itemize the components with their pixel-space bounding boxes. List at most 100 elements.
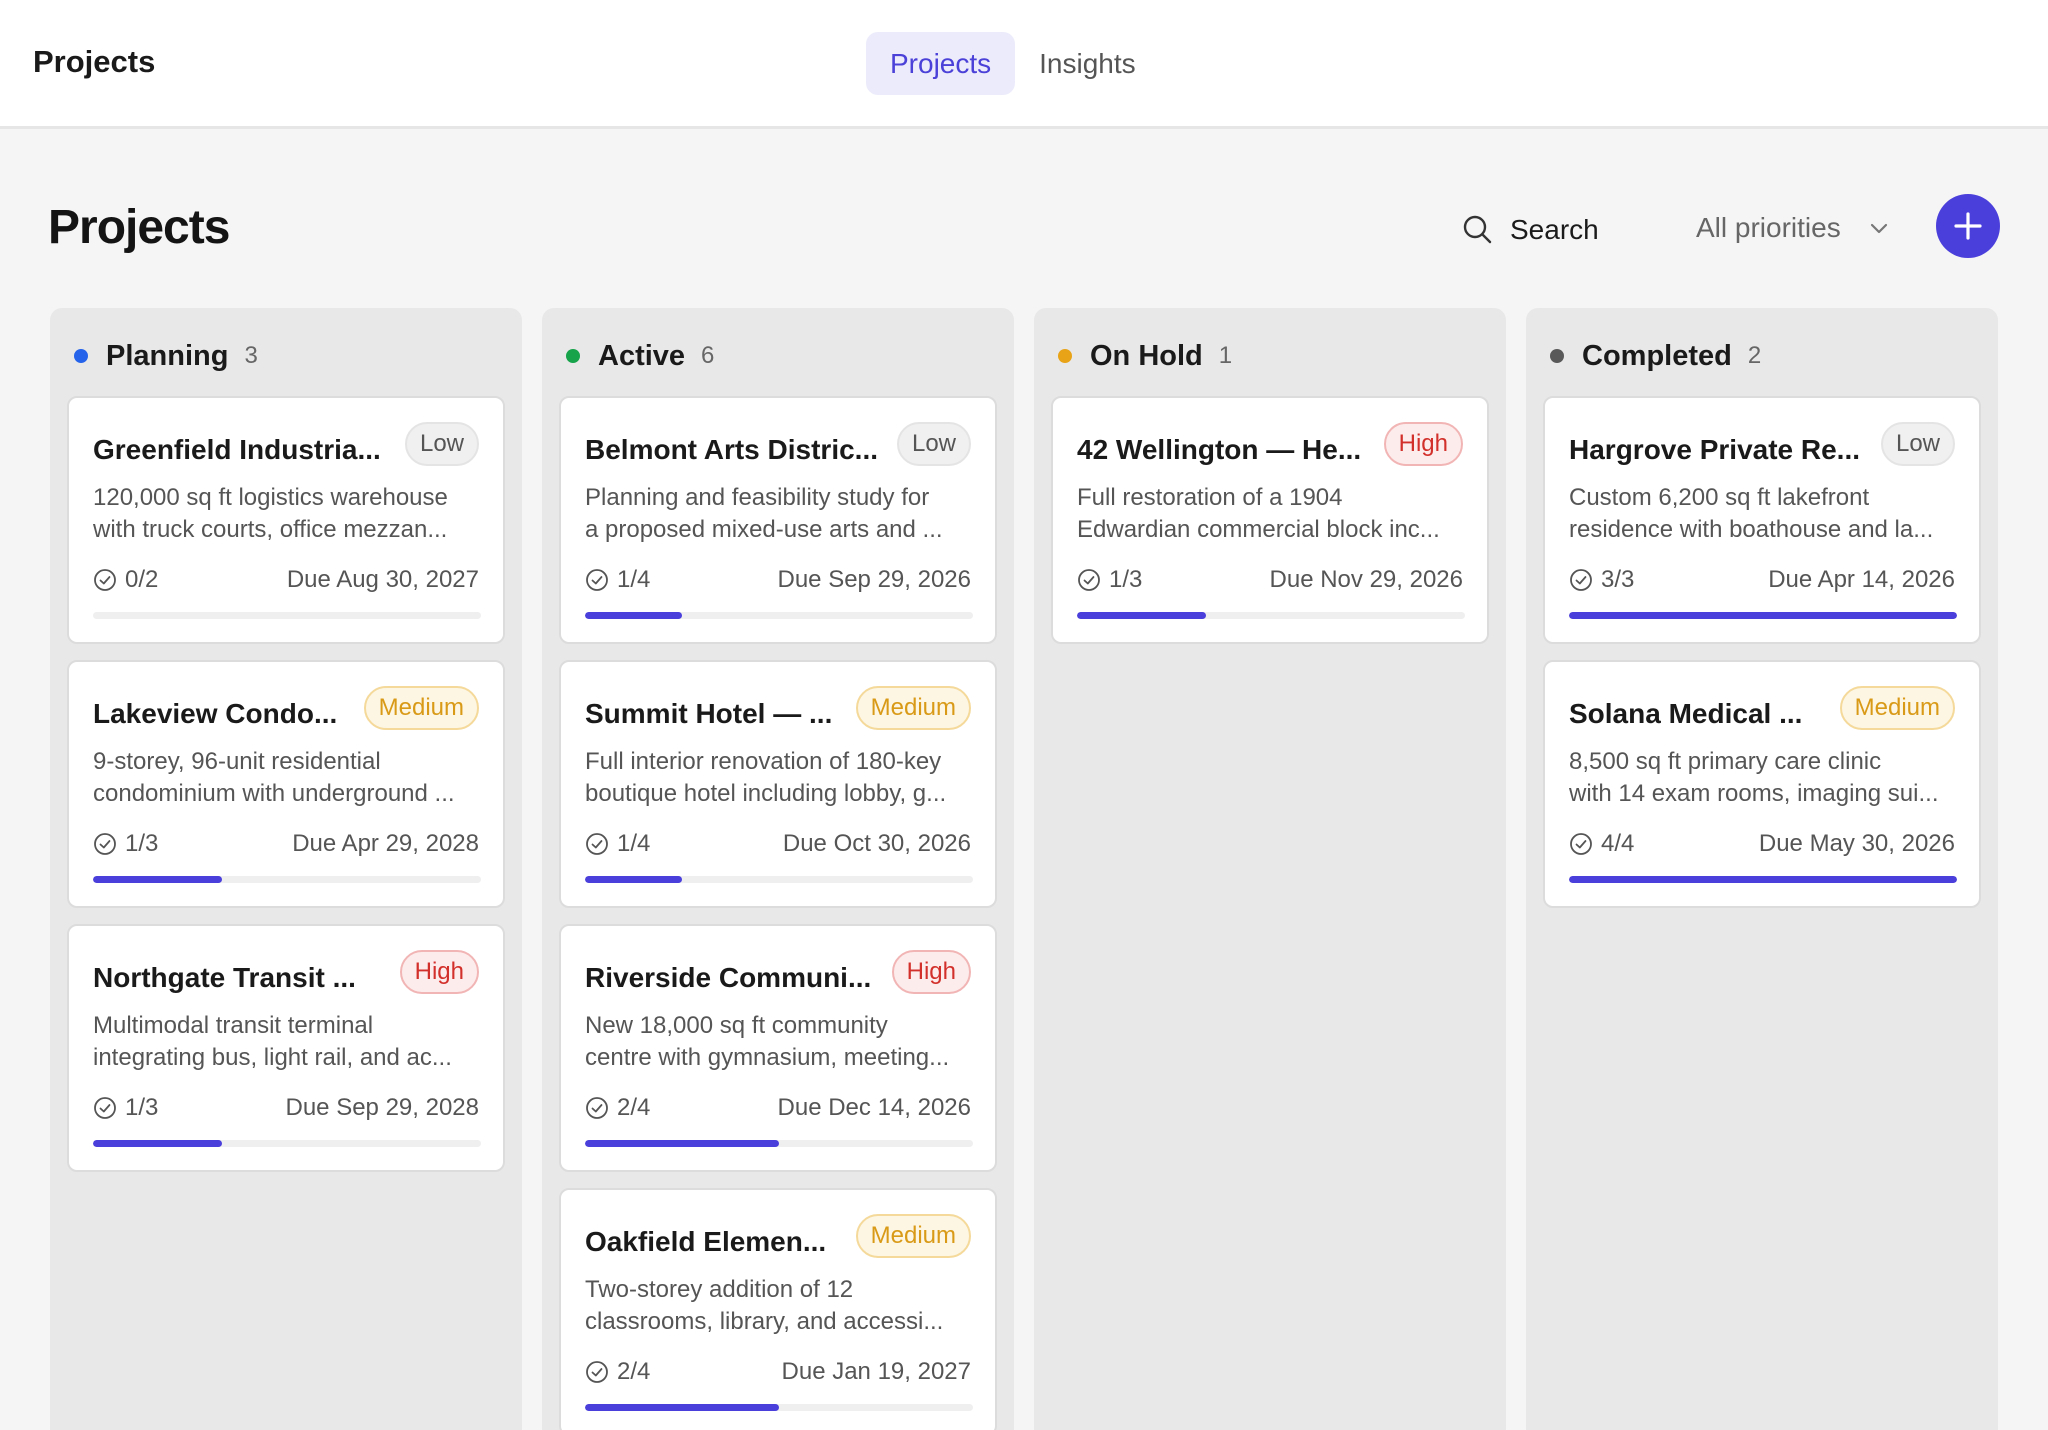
project-card[interactable]: Greenfield Industria... Low 120,000 sq ft … [67, 396, 505, 644]
task-progress: 2/4 [585, 1356, 650, 1388]
description-line: boutique hotel including lobby, g... [585, 780, 947, 807]
task-progress: 3/3 [1569, 564, 1634, 596]
task-progress: 4/4 [1569, 828, 1634, 860]
progress-fill [1077, 612, 1207, 619]
due-date: Due Aug 30, 2027 [286, 566, 479, 593]
add-project-button[interactable] [1936, 194, 2000, 258]
description-line: Planning and feasibility study for [585, 484, 930, 511]
column-title: Completed [1582, 339, 1732, 372]
task-count: 1/3 [125, 1094, 159, 1121]
task-progress: 1/4 [585, 564, 650, 596]
top-bar: Projects Projects Insights [0, 0, 2048, 129]
task-progress: 2/4 [585, 1092, 650, 1124]
priority-badge: Low [896, 422, 971, 466]
column-on-hold: On Hold 1 42 Wellington — He... High Full re… [1034, 308, 1506, 1430]
progress-fill [585, 612, 682, 619]
description-line: a proposed mixed-use arts and ... [585, 516, 943, 543]
task-count: 1/4 [617, 830, 651, 857]
status-dot [1058, 349, 1072, 363]
project-card[interactable]: Hargrove Private Re... Low Custom 6,200 sq… [1543, 396, 1981, 644]
task-count: 1/3 [125, 830, 159, 857]
task-count: 2/4 [617, 1358, 651, 1385]
check-circle-icon [93, 832, 117, 856]
search-button[interactable]: Search [1462, 208, 1599, 252]
check-circle-icon [585, 832, 609, 856]
progress-bar [1569, 612, 1957, 619]
project-title: Lakeview Condo... [93, 698, 338, 729]
priority-badge: High [399, 950, 479, 994]
task-progress: 1/3 [93, 1092, 158, 1124]
column-header: On Hold 1 [1058, 332, 1232, 380]
project-description: Full restoration of a 1904 Edwardian comm… [1077, 482, 1469, 546]
check-circle-icon [1569, 568, 1593, 592]
progress-bar [93, 612, 481, 619]
column-header: Active 6 [566, 332, 714, 380]
project-card[interactable]: 42 Wellington — He... High Full restoratio… [1051, 396, 1489, 644]
priority-filter-value: All priorities [1696, 212, 1841, 243]
due-date: Due Nov 29, 2026 [1269, 566, 1463, 593]
status-dot [74, 349, 88, 363]
column-title: Active [598, 339, 686, 372]
project-description: New 18,000 sq ft community centre with gy… [585, 1010, 977, 1074]
progress-bar [93, 876, 481, 883]
progress-bar [585, 1140, 973, 1147]
description-line: with truck courts, office mezzan... [93, 516, 448, 543]
tab-projects[interactable]: Projects [866, 32, 1016, 95]
description-line: with 14 exam rooms, imaging sui... [1569, 780, 1939, 807]
priority-badge: Medium [855, 686, 971, 730]
due-date: Due Apr 14, 2026 [1768, 566, 1955, 593]
due-date: Due Sep 29, 2028 [285, 1094, 480, 1121]
description-line: centre with gymnasium, meeting... [585, 1044, 950, 1071]
project-card[interactable]: Belmont Arts Distric... Low Planning and f… [559, 396, 997, 644]
check-circle-icon [585, 1096, 609, 1120]
project-card[interactable]: Summit Hotel — ... Medium Full interior re… [559, 660, 997, 908]
check-circle-icon [1569, 832, 1593, 856]
search-icon [1462, 214, 1494, 246]
description-line: New 18,000 sq ft community [585, 1012, 888, 1039]
task-count: 4/4 [1601, 830, 1635, 857]
column-header: Planning 3 [74, 332, 258, 380]
check-circle-icon [585, 1360, 609, 1384]
check-circle-icon [93, 568, 117, 592]
project-title: Hargrove Private Re... [1569, 434, 1861, 465]
column-title: Planning [106, 339, 229, 372]
project-title: 42 Wellington — He... [1077, 434, 1362, 465]
app-title: Projects [33, 44, 156, 79]
project-description: 9-storey, 96-unit residential condominium… [93, 746, 485, 810]
task-count: 2/4 [617, 1094, 651, 1121]
due-date: Due Apr 29, 2028 [292, 830, 479, 857]
status-dot [1550, 349, 1564, 363]
status-dot [566, 349, 580, 363]
tab-insights[interactable]: Insights [1015, 32, 1160, 95]
description-line: integrating bus, light rail, and ac... [93, 1044, 452, 1071]
task-count: 1/3 [1109, 566, 1143, 593]
progress-fill [1569, 612, 1957, 619]
project-card[interactable]: Lakeview Condo... Medium 9-storey, 96-unit… [67, 660, 505, 908]
description-line: classrooms, library, and accessi... [585, 1308, 944, 1335]
description-line: Multimodal transit terminal [93, 1012, 374, 1039]
project-description: 120,000 sq ft logistics warehouse with tr… [93, 482, 485, 546]
column-header: Completed 2 [1550, 332, 1761, 380]
priority-filter-select[interactable]: All priorities [1696, 206, 1891, 250]
description-line: 9-storey, 96-unit residential [93, 748, 381, 775]
column-count: 3 [244, 342, 258, 369]
page-title: Projects [48, 201, 230, 254]
project-card[interactable]: Solana Medical ... Medium 8,500 sq ft prim… [1543, 660, 1981, 908]
project-title: Oakfield Elemen... [585, 1226, 827, 1257]
project-card[interactable]: Northgate Transit ... High Multimodal tran… [67, 924, 505, 1172]
due-date: Due Jan 19, 2027 [781, 1358, 971, 1385]
task-count: 0/2 [125, 566, 159, 593]
chevron-down-icon [1867, 216, 1891, 240]
task-progress: 1/3 [93, 828, 158, 860]
description-line: 120,000 sq ft logistics warehouse [93, 484, 448, 511]
task-progress: 1/4 [585, 828, 650, 860]
progress-bar [93, 1140, 481, 1147]
project-card[interactable]: Oakfield Elemen... Medium Two-storey addit… [559, 1188, 997, 1430]
column-planning: Planning 3 Greenfield Industria... Low 120,0… [50, 308, 522, 1430]
description-line: Two-storey addition of 12 [585, 1276, 854, 1303]
project-card[interactable]: Riverside Communi... High New 18,000 sq ft… [559, 924, 997, 1172]
due-date: Due Sep 29, 2026 [777, 566, 972, 593]
description-line: Full restoration of a 1904 [1077, 484, 1343, 511]
project-description: Two-storey addition of 12 classrooms, lib… [585, 1274, 977, 1338]
progress-fill [93, 876, 223, 883]
